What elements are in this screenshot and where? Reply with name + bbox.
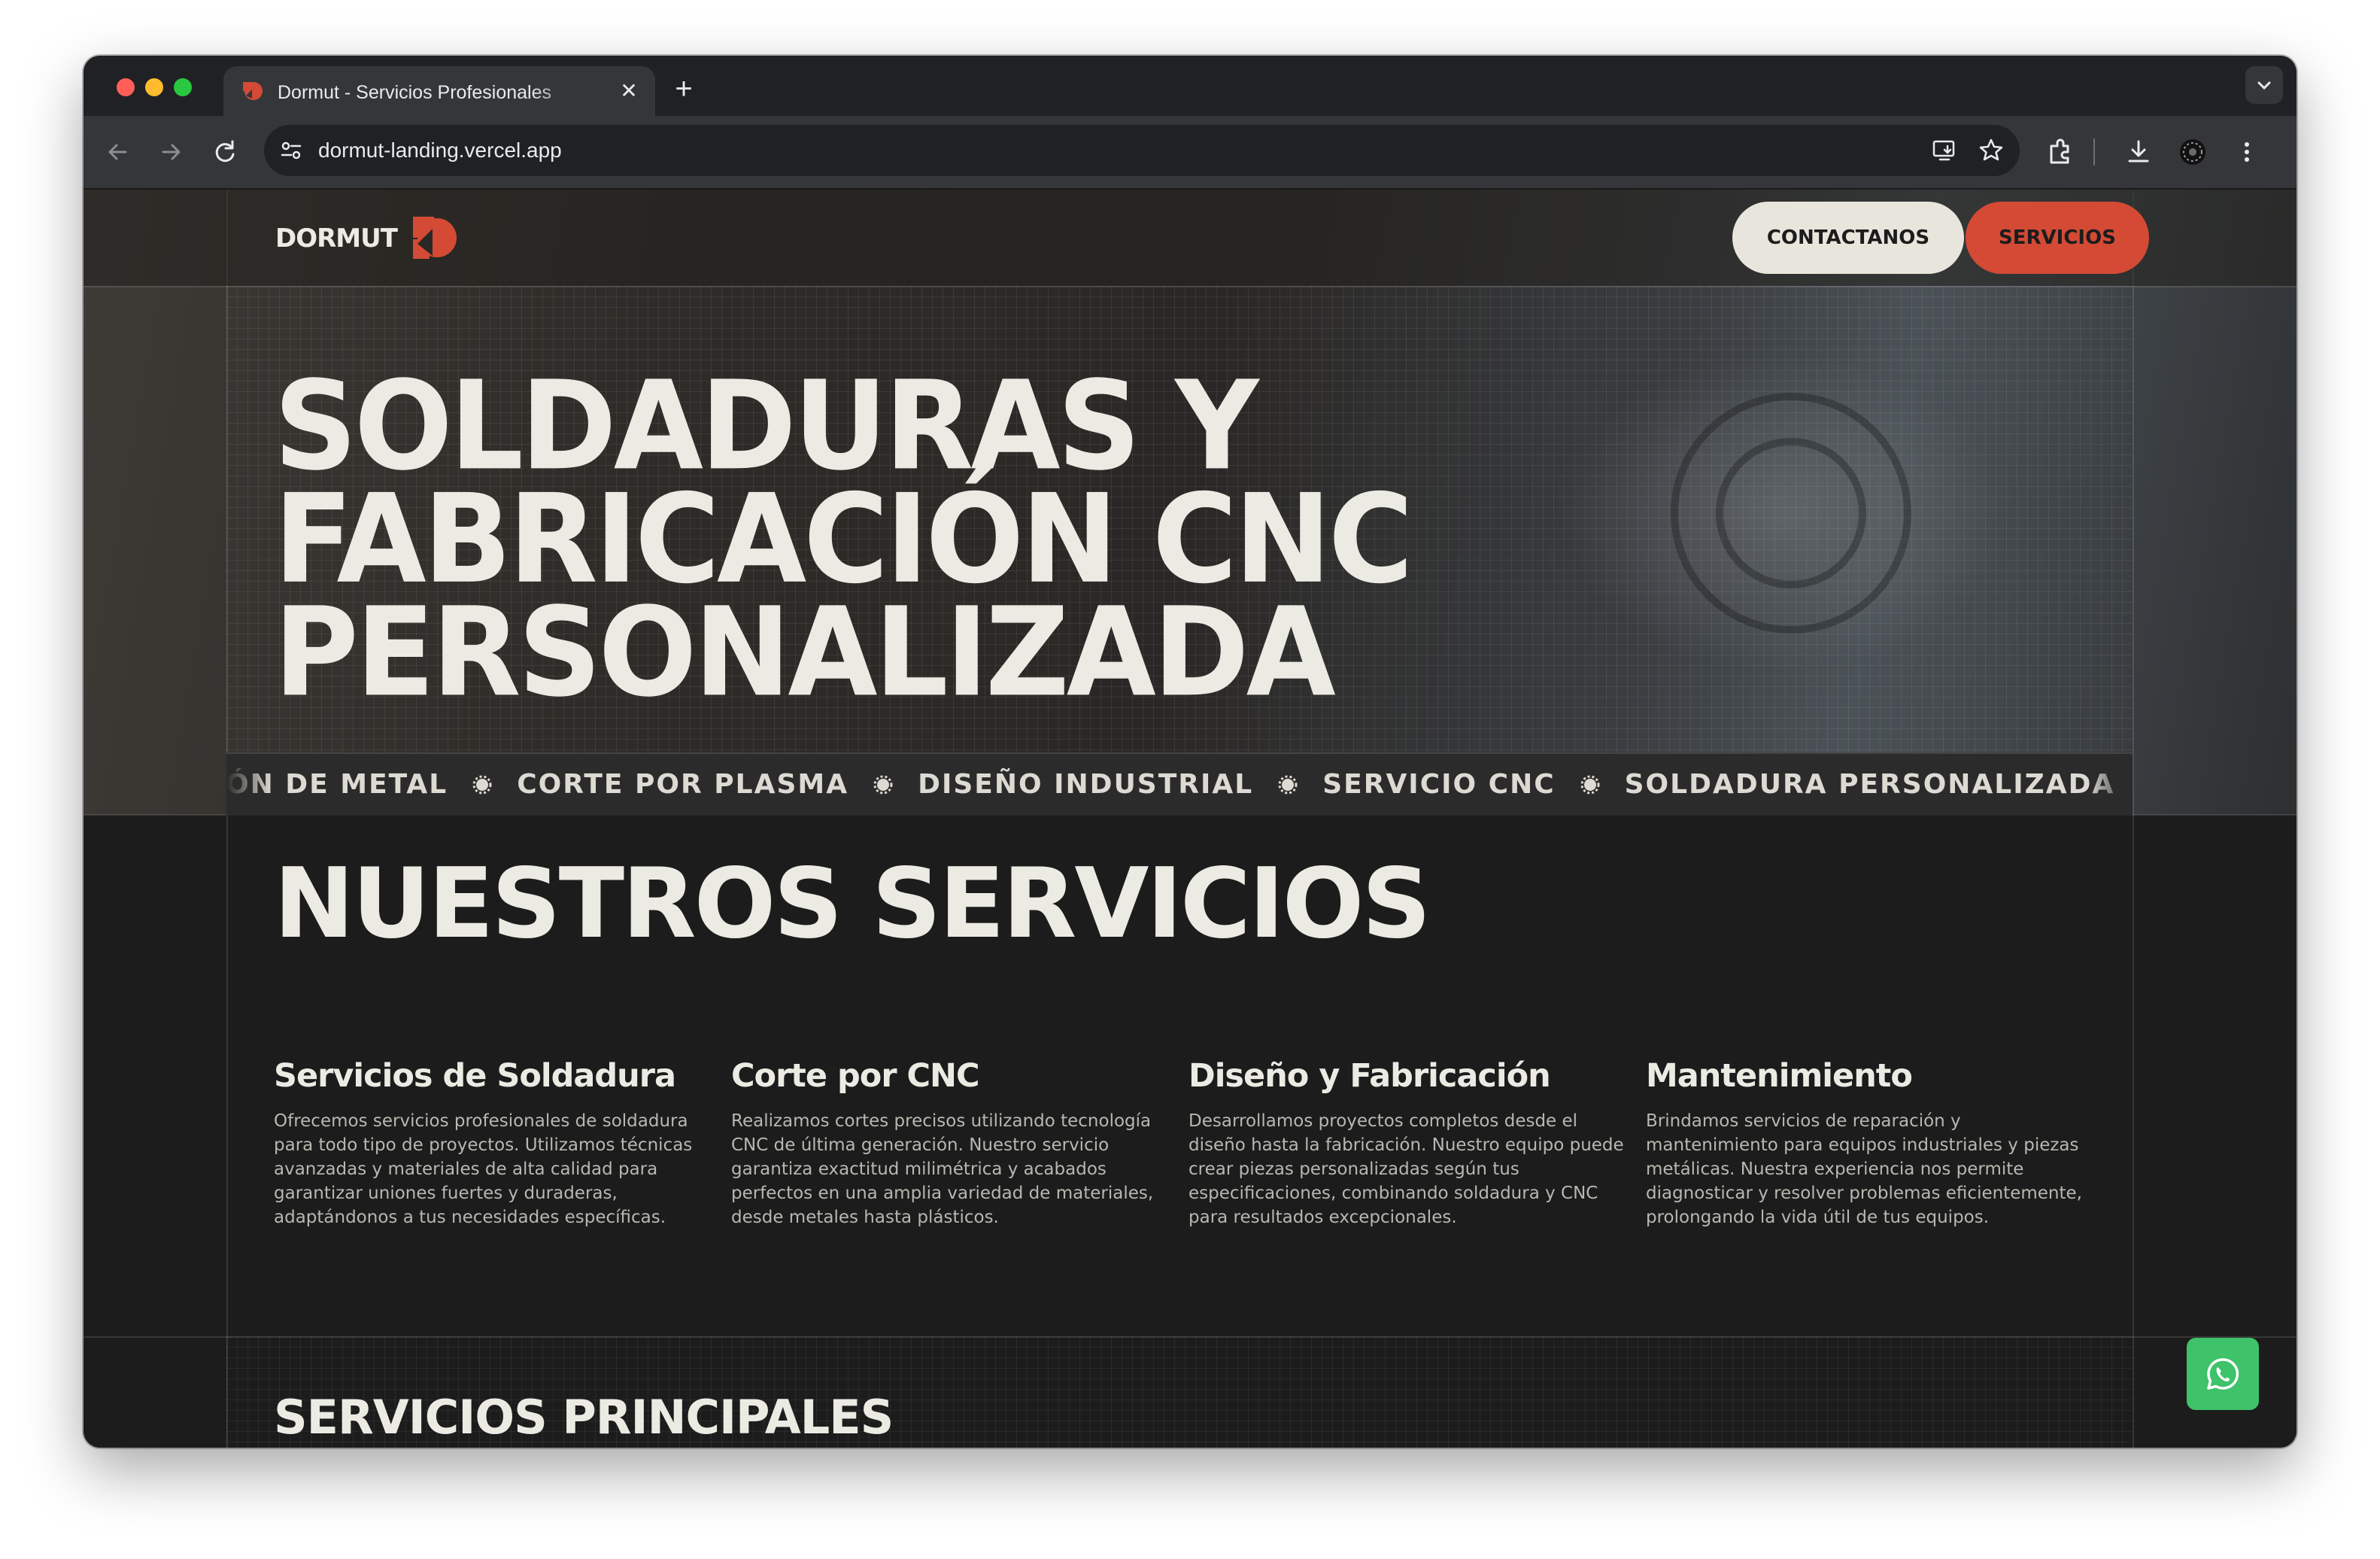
marquee-track: FABRICACIÓN DE METAL CORTE POR PLASMA DI… <box>226 754 2114 816</box>
whatsapp-button[interactable] <box>2187 1338 2259 1410</box>
marquee-item: DISEÑO INDUSTRIAL <box>918 769 1254 800</box>
marquee-separator <box>1556 754 1625 816</box>
layout-line <box>2133 190 2134 1448</box>
gear-bullet-icon <box>1278 775 1298 795</box>
forward-icon[interactable] <box>153 134 189 170</box>
services-button[interactable]: SERVICIOS <box>1966 202 2149 274</box>
install-app-icon[interactable] <box>1931 137 1958 164</box>
marquee-item: CORTE POR PLASMA <box>517 769 849 800</box>
profile-avatar-icon[interactable] <box>2175 134 2211 170</box>
hero-title-line: PERSONALIZADA <box>274 581 1336 725</box>
back-icon[interactable] <box>100 134 136 170</box>
service-card: Diseño y Fabricación Desarrollamos proye… <box>1188 1055 1625 1229</box>
marquee-separator <box>848 754 918 816</box>
marquee-fade <box>226 754 272 816</box>
hero-title-line: SOLDADURAS Y <box>274 354 1259 498</box>
service-card-text: Desarrollamos proyectos completos desde … <box>1188 1111 1624 1227</box>
maximize-window-button[interactable] <box>174 78 192 96</box>
browser-window: Dormut - Servicios Profesionales ✕ + dor… <box>83 56 2297 1448</box>
marquee-fade <box>2087 754 2133 816</box>
service-card: Corte por CNC Realizamos cortes precisos… <box>731 1055 1167 1229</box>
page-content: DORMUT CONTACTANOS SERVICIOS SOLDADURAS … <box>83 190 2297 1448</box>
site-info-icon[interactable] <box>278 137 305 164</box>
principal-section-title: SERVICIOS PRINCIPALES <box>274 1390 894 1445</box>
new-tab-button[interactable]: + <box>667 72 700 105</box>
extensions-icon[interactable] <box>2042 134 2078 170</box>
url-text: dormut-landing.vercel.app <box>318 138 562 162</box>
service-card-title: Corte por CNC <box>731 1057 980 1095</box>
service-card-text: Ofrecemos servicios profesionales de sol… <box>274 1111 693 1227</box>
marquee-item: SOLDADURA PERSONALIZADA <box>1624 769 2115 800</box>
layout-line <box>83 286 2297 287</box>
layout-line <box>226 190 228 1448</box>
services-section-title: NUESTROS SERVICIOS <box>274 848 1431 960</box>
service-card-title: Mantenimiento <box>1646 1057 1913 1095</box>
logo-text[interactable]: DORMUT <box>275 223 398 254</box>
reload-icon[interactable] <box>207 134 243 170</box>
bookmark-star-icon[interactable] <box>1978 137 2005 164</box>
gear-bullet-icon <box>873 775 893 795</box>
service-card-text: Brindamos servicios de reparación y mant… <box>1646 1111 2082 1227</box>
site-header: DORMUT CONTACTANOS SERVICIOS <box>83 190 2297 286</box>
browser-toolbar: dormut-landing.vercel.app <box>83 116 2297 190</box>
marquee-item: SERVICIO CNC <box>1322 769 1556 800</box>
address-bar[interactable]: dormut-landing.vercel.app <box>264 125 2020 176</box>
service-card: Mantenimiento Brindamos servicios de rep… <box>1646 1055 2082 1229</box>
gear-bullet-icon <box>472 775 492 795</box>
dormut-logo-icon[interactable] <box>407 214 458 262</box>
dormut-favicon-icon <box>243 82 263 100</box>
hero-title: SOLDADURAS Y FABRICACIÓN CNC PERSONALIZA… <box>274 354 1778 725</box>
marquee-separator <box>1253 754 1322 816</box>
whatsapp-icon <box>2207 1358 2239 1390</box>
minimize-window-button[interactable] <box>145 78 163 96</box>
browser-tab[interactable]: Dormut - Servicios Profesionales ✕ <box>223 66 655 116</box>
tab-bar: Dormut - Servicios Profesionales ✕ + <box>83 56 2297 116</box>
download-icon[interactable] <box>2120 134 2157 170</box>
services-marquee: FABRICACIÓN DE METAL CORTE POR PLASMA DI… <box>226 752 2133 816</box>
more-menu-icon[interactable] <box>2229 134 2265 170</box>
toolbar-divider <box>2093 138 2095 166</box>
gear-bullet-icon <box>1580 775 1600 795</box>
service-card: Servicios de Soldadura Ofrecemos servici… <box>274 1055 710 1229</box>
hero-title-line: FABRICACIÓN CNC <box>274 468 1413 612</box>
tab-title: Dormut - Servicios Profesionales <box>278 82 552 103</box>
tab-close-icon[interactable]: ✕ <box>616 78 642 104</box>
marquee-separator <box>448 754 517 816</box>
close-window-button[interactable] <box>117 78 135 96</box>
contact-button[interactable]: CONTACTANOS <box>1732 202 1964 274</box>
chevron-down-icon <box>2257 81 2271 90</box>
tab-search-button[interactable] <box>2245 66 2283 104</box>
service-card-title: Servicios de Soldadura <box>274 1057 676 1095</box>
service-card-text: Realizamos cortes precisos utilizando te… <box>731 1111 1154 1227</box>
service-card-title: Diseño y Fabricación <box>1188 1057 1551 1095</box>
